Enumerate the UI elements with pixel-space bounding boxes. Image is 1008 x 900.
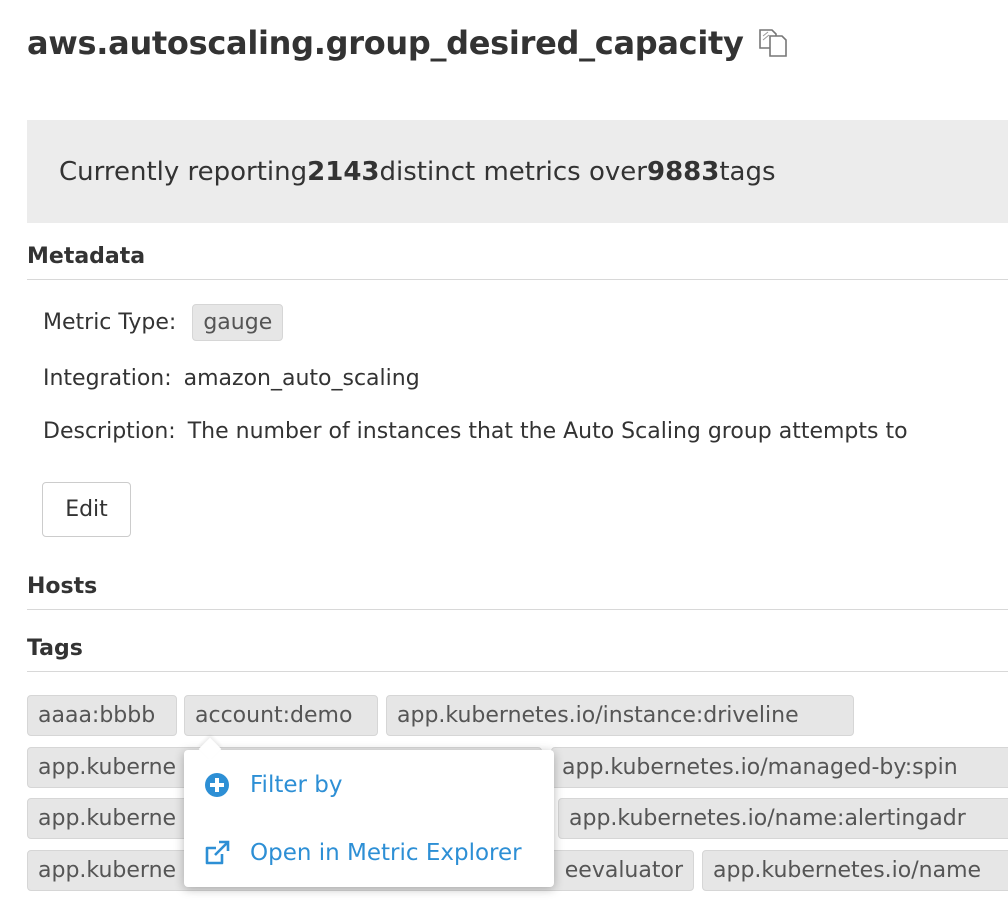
tag-chip[interactable]: account:demo <box>184 695 378 736</box>
metric-type-label: Metric Type: <box>43 310 177 335</box>
banner-middle: distinct metrics over <box>379 156 647 187</box>
banner-prefix: Currently reporting <box>59 156 308 187</box>
tag-chip-label-tail: eevaluator <box>564 858 683 883</box>
tag-action-popover: Filter by Open in Metric Explorer <box>184 737 554 887</box>
description-row: Description: The number of instances tha… <box>43 419 908 444</box>
filter-by-option[interactable]: Filter by <box>202 770 342 800</box>
metrics-count: 2143 <box>307 156 380 187</box>
popover-arrow <box>198 737 222 761</box>
integration-label: Integration: <box>43 366 172 391</box>
metric-type-row: Metric Type: gauge <box>43 304 284 341</box>
external-link-icon <box>202 838 232 868</box>
copy-icon[interactable] <box>756 26 790 60</box>
metric-type-value: gauge <box>192 304 284 341</box>
description-value: The number of instances that the Auto Sc… <box>187 419 908 444</box>
integration-value: amazon_auto_scaling <box>183 366 420 391</box>
tag-chip[interactable]: app.kubernetes.io/name <box>702 850 1008 891</box>
tags-heading: Tags <box>27 636 1008 672</box>
tag-chip[interactable]: aaaa:bbbb <box>27 695 177 736</box>
integration-row: Integration: amazon_auto_scaling <box>43 366 420 391</box>
open-in-metric-explorer-label: Open in Metric Explorer <box>250 840 522 866</box>
tag-chip[interactable]: app.kubernetes.io/managed-by:spin <box>551 747 1008 788</box>
open-in-metric-explorer-option[interactable]: Open in Metric Explorer <box>202 838 522 868</box>
hosts-heading: Hosts <box>27 574 1008 610</box>
page-title: aws.autoscaling.group_desired_capacity <box>27 24 744 62</box>
tag-chip[interactable]: app.kubernetes.io/instance:driveline <box>386 695 854 736</box>
description-label: Description: <box>43 419 176 444</box>
title-row: aws.autoscaling.group_desired_capacity <box>27 24 790 62</box>
edit-button[interactable]: Edit <box>42 482 131 537</box>
plus-circle-icon <box>202 770 232 800</box>
tags-count: 9883 <box>646 156 720 187</box>
metrics-count-banner: Currently reporting 2143 distinct metric… <box>27 120 1008 223</box>
tag-chip[interactable]: app.kubernetes.io/name:alertingadr <box>558 798 1008 839</box>
banner-suffix: tags <box>719 156 776 187</box>
metric-summary-page: aws.autoscaling.group_desired_capacity C… <box>0 0 1008 900</box>
filter-by-label: Filter by <box>250 772 343 798</box>
tag-chip-label: app.kuberne <box>38 858 177 883</box>
metadata-heading: Metadata <box>27 244 1008 280</box>
